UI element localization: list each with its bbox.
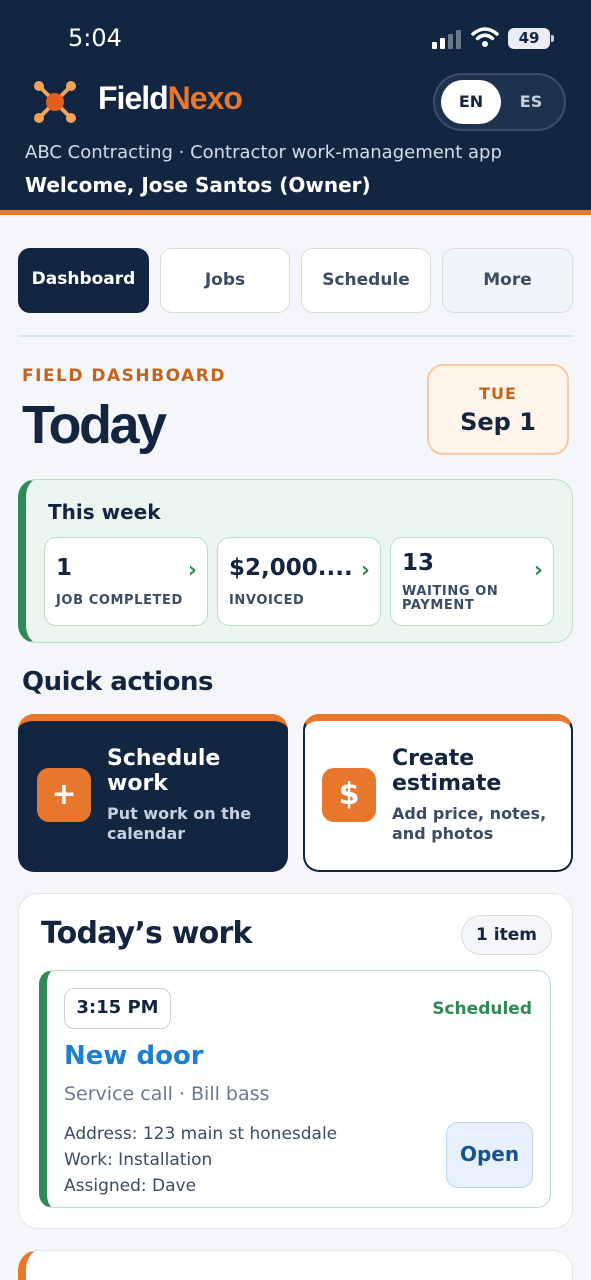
brand-part-field: Field (98, 80, 169, 116)
date-day-of-week: TUE (479, 384, 517, 403)
stat-value: $2,000.... (229, 555, 353, 581)
app-header: 5:04 49 FieldNexo EN ES ABC Contracting … (0, 0, 591, 212)
action-title: Create estimate (392, 746, 502, 796)
tab-jobs[interactable]: Jobs (160, 248, 290, 313)
job-type: Service call · Bill bass (64, 1083, 270, 1105)
item-count-badge: 1 item (461, 915, 552, 955)
stat-label: WAITING ON PAYMENT (402, 585, 498, 613)
create-estimate-button[interactable]: $ Create estimate Add price, notes, and ph… (303, 714, 573, 872)
dollar-icon: $ (322, 768, 376, 822)
this-week-card: This week 1 JOB COMPLETED › $2,000.... I… (18, 479, 573, 643)
battery-indicator: 49 (508, 28, 554, 49)
job-address: Address: 123 main st honesdale (64, 1124, 338, 1144)
date-badge: TUE Sep 1 (427, 364, 569, 455)
stat-label-line1: WAITING ON (402, 584, 499, 599)
next-section-card (18, 1250, 573, 1280)
chevron-right-icon: › (187, 558, 197, 583)
stat-label-line2: PAYMENT (402, 598, 475, 613)
stat-invoiced[interactable]: $2,000.... INVOICED › (217, 537, 381, 626)
job-status-badge: Scheduled (432, 999, 532, 1019)
status-time: 5:04 (68, 24, 122, 52)
chevron-right-icon: › (533, 558, 543, 583)
action-title: Schedule work (107, 746, 221, 796)
dashboard-eyebrow: FIELD DASHBOARD (22, 366, 226, 386)
fieldnexo-logo-icon (34, 81, 76, 123)
header-accent-stripe (0, 210, 591, 215)
action-subtitle: Add price, notes, and photos (392, 804, 547, 843)
tab-schedule[interactable]: Schedule (301, 248, 431, 313)
job-assigned: Assigned: Dave (64, 1176, 197, 1196)
schedule-work-button[interactable]: + Schedule work Put work on the calendar (18, 714, 288, 872)
chevron-right-icon: › (360, 558, 370, 583)
stat-waiting-on-payment[interactable]: 13 WAITING ON PAYMENT › (390, 537, 554, 626)
tab-dashboard[interactable]: Dashboard (18, 248, 149, 313)
todays-work-title: Today’s work (41, 916, 252, 951)
lang-option-es[interactable]: ES (501, 80, 561, 124)
section-divider (18, 335, 573, 337)
company-subtitle: ABC Contracting · Contractor work-manage… (25, 142, 502, 163)
tab-more[interactable]: More (442, 248, 573, 313)
stat-label: INVOICED (229, 593, 305, 608)
stat-value: 13 (402, 550, 435, 576)
stat-value: 1 (56, 555, 73, 581)
page-title: Today (22, 395, 167, 455)
open-job-button[interactable]: Open (446, 1122, 533, 1188)
lang-option-en[interactable]: EN (441, 80, 501, 124)
brand-part-nexo: Nexo (167, 80, 243, 116)
quick-actions-title: Quick actions (22, 667, 213, 697)
job-time: 3:15 PM (64, 988, 171, 1029)
wifi-icon (471, 27, 499, 47)
stat-label: JOB COMPLETED (56, 593, 183, 608)
cellular-signal-icon (432, 29, 462, 49)
welcome-message: Welcome, Jose Santos (Owner) (25, 173, 371, 197)
job-card[interactable]: 3:15 PM Scheduled New door Service call … (39, 970, 551, 1208)
action-subtitle: Put work on the calendar (107, 804, 252, 843)
stat-jobs-completed[interactable]: 1 JOB COMPLETED › (44, 537, 208, 626)
todays-work-panel: Today’s work 1 item 3:15 PM Scheduled Ne… (18, 893, 573, 1229)
job-name-link[interactable]: New door (64, 1041, 204, 1071)
brand-name: FieldNexo (98, 80, 243, 117)
date-day: Sep 1 (460, 408, 536, 436)
plus-icon: + (37, 768, 91, 822)
language-toggle[interactable]: EN ES (433, 73, 566, 131)
job-work: Work: Installation (64, 1150, 213, 1170)
this-week-title: This week (48, 500, 161, 524)
